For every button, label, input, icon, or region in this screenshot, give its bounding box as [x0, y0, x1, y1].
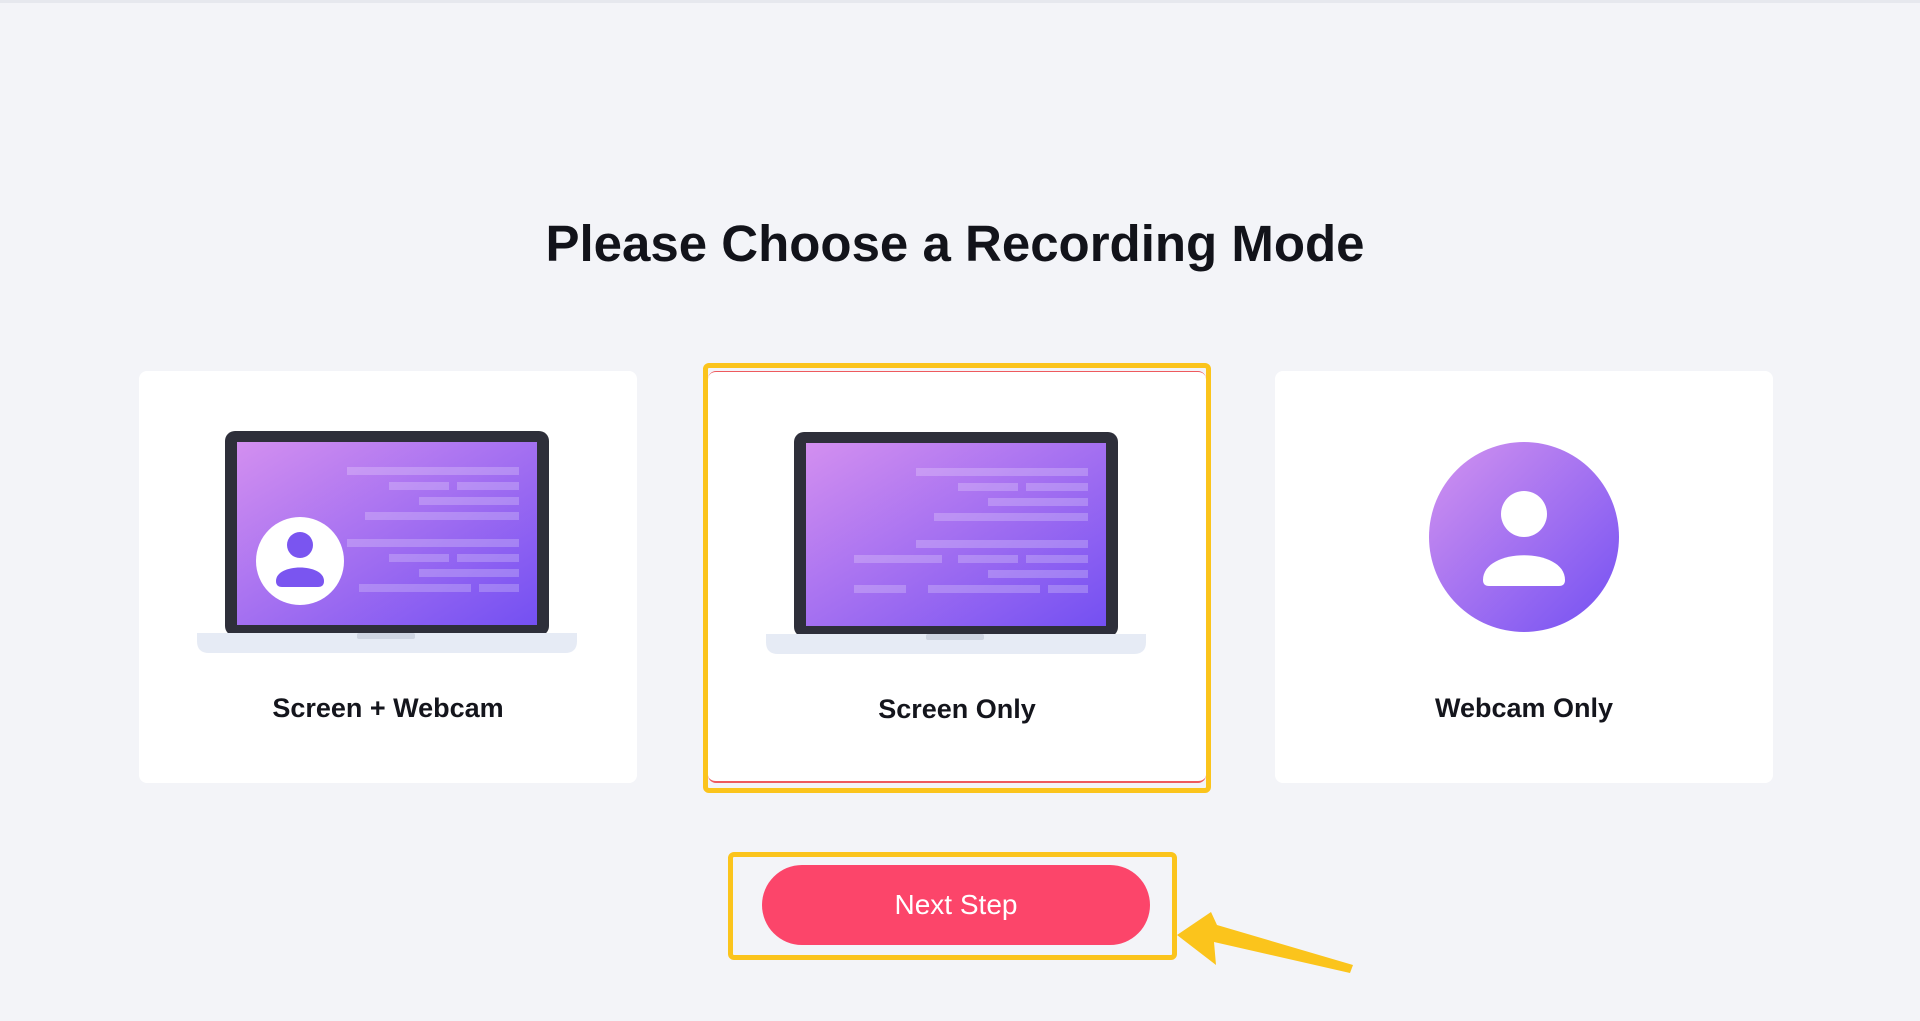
next-step-button[interactable]: Next Step [762, 865, 1150, 945]
mode-card-screen-only[interactable]: Screen Only [708, 371, 1206, 783]
mode-label-webcam-only: Webcam Only [1434, 693, 1614, 723]
laptop-with-webcam-avatar-icon [197, 431, 577, 653]
webcam-avatar-icon [1429, 442, 1619, 632]
mode-card-webcam-only[interactable]: Webcam Only [1275, 371, 1773, 783]
mode-label-screen-webcam: Screen + Webcam [272, 693, 504, 723]
mode-card-screen-webcam[interactable]: Screen + Webcam [139, 371, 637, 783]
mode-label-screen-only: Screen Only [878, 694, 1036, 724]
laptop-screen-icon [766, 432, 1146, 654]
top-divider [0, 0, 1920, 3]
page-title: Please Choose a Recording Mode [545, 215, 1365, 272]
recording-mode-page: Please Choose a Recording Mode Screen + … [0, 0, 1920, 1021]
